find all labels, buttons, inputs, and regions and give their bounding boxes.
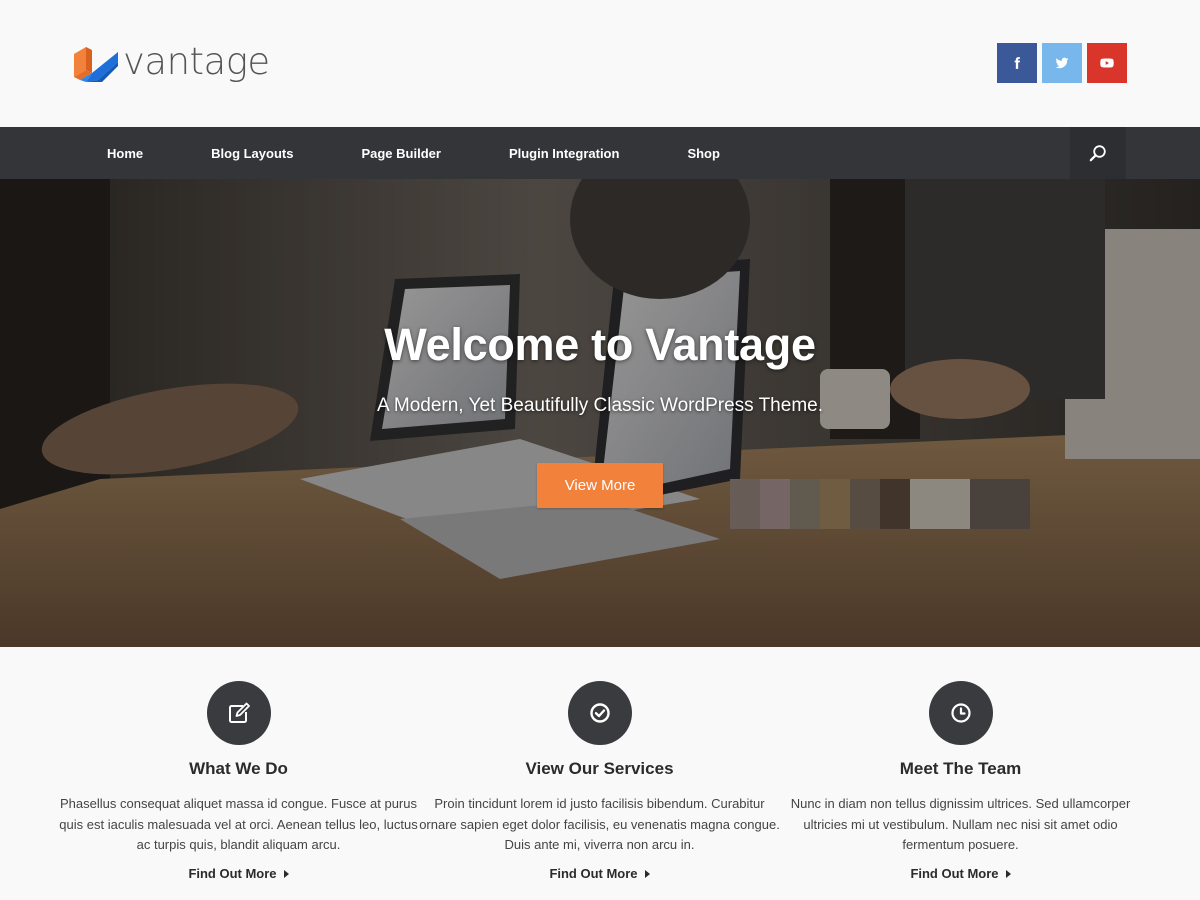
feature-title: View Our Services (525, 759, 674, 778)
arrow-right-icon (1005, 869, 1011, 878)
site-name: vantage (123, 39, 270, 83)
find-out-more-link[interactable]: Find Out More (780, 866, 1141, 881)
feature-icon-circle (207, 681, 271, 745)
facebook-button[interactable] (997, 43, 1037, 83)
arrow-right-icon (283, 869, 289, 878)
link-label: Find Out More (549, 866, 638, 881)
hero-banner: Welcome to Vantage A Modern, Yet Beautif… (0, 179, 1200, 647)
search-icon (1089, 145, 1106, 162)
check-circle-icon (590, 703, 610, 723)
youtube-button[interactable] (1087, 43, 1127, 83)
facebook-icon (1014, 57, 1020, 69)
feature-title: Meet The Team (899, 759, 1022, 778)
vantage-logo-icon (74, 47, 118, 82)
feature-title: What We Do (189, 759, 288, 778)
youtube-icon (1100, 58, 1114, 68)
nav-item-blog-layouts[interactable]: Blog Layouts (177, 127, 327, 179)
feature-icon-circle (568, 681, 632, 745)
hero-title: Welcome to Vantage (384, 319, 816, 370)
find-out-more-link[interactable]: Find Out More (419, 866, 780, 881)
main-navigation: Home Blog Layouts Page Builder Plugin In… (0, 127, 1200, 179)
site-header: vantage (0, 0, 1200, 127)
nav-item-home[interactable]: Home (73, 127, 177, 179)
nav-item-plugin-integration[interactable]: Plugin Integration (475, 127, 654, 179)
link-label: Find Out More (188, 866, 277, 881)
view-more-button[interactable]: View More (537, 463, 663, 508)
features-section: What We Do Phasellus consequat aliquet m… (0, 647, 1200, 900)
feature-text: Phasellus consequat aliquet massa id con… (59, 796, 418, 852)
link-label: Find Out More (910, 866, 999, 881)
feature-text: Proin tincidunt lorem id justo facilisis… (419, 796, 780, 852)
twitter-button[interactable] (1042, 43, 1082, 83)
edit-icon (229, 702, 250, 723)
arrow-right-icon (644, 869, 650, 878)
twitter-icon (1055, 57, 1069, 69)
site-logo[interactable]: vantage (72, 42, 270, 84)
feature-text: Nunc in diam non tellus dignissim ultric… (790, 796, 1131, 852)
nav-menu: Home Blog Layouts Page Builder Plugin In… (73, 127, 754, 179)
search-button[interactable] (1070, 127, 1126, 179)
nav-item-shop[interactable]: Shop (653, 127, 754, 179)
hero-subtitle: A Modern, Yet Beautifully Classic WordPr… (376, 395, 823, 416)
social-links (997, 43, 1127, 83)
nav-item-page-builder[interactable]: Page Builder (327, 127, 474, 179)
find-out-more-link[interactable]: Find Out More (58, 866, 419, 881)
clock-icon (951, 703, 971, 723)
feature-icon-circle (929, 681, 993, 745)
